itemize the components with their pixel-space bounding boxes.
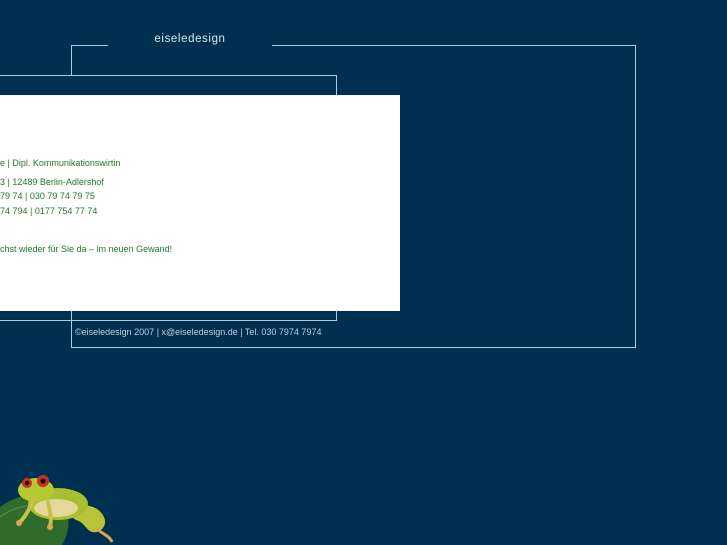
footer-text: ©eiseledesign 2007 | x@eiseledesign.de |… bbox=[75, 327, 322, 337]
contact-mobile-line: 74 794 | 0177 754 77 74 bbox=[0, 206, 98, 216]
inner-frame-bottom bbox=[0, 320, 337, 321]
frame-bottom bbox=[71, 347, 636, 348]
contact-address-line: 3 | 12489 Berlin-Adlershof bbox=[0, 177, 104, 187]
announcement-text: chst wieder für Sie da – im neuen Gewand… bbox=[0, 244, 173, 254]
contact-title-line: e | Dipl. Kommunikationswirtin bbox=[0, 158, 121, 168]
frame-top-left bbox=[71, 45, 108, 46]
tree-frog-icon bbox=[0, 475, 114, 545]
contact-phone-line: 79 74 | 030 79 74 79 75 bbox=[0, 191, 95, 201]
inner-frame-top bbox=[0, 75, 337, 76]
site-logo[interactable]: eiseledesign bbox=[108, 33, 272, 45]
inner-frame-right bbox=[336, 75, 337, 95]
frame-left-lower bbox=[71, 311, 72, 348]
page: eiseledesign e | Dipl. Kommunikationswir… bbox=[0, 0, 727, 545]
content-panel: e | Dipl. Kommunikationswirtin 3 | 12489… bbox=[0, 95, 400, 311]
frame-right bbox=[635, 45, 636, 348]
frame-left bbox=[71, 45, 72, 76]
frame-top-right bbox=[272, 45, 636, 46]
